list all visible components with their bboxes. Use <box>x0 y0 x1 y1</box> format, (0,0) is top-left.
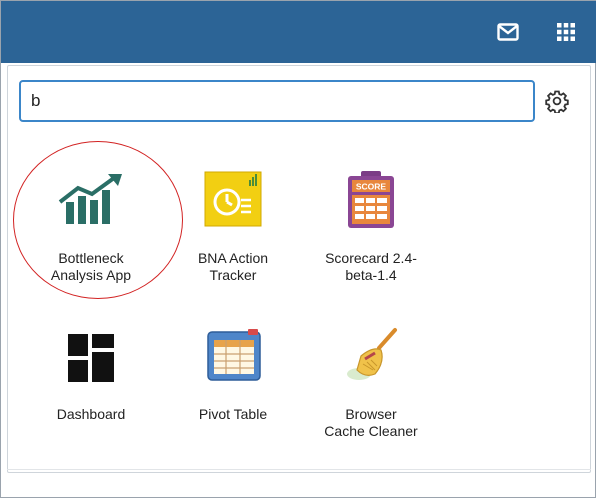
svg-text:SCORE: SCORE <box>356 182 387 192</box>
app-label-line1: Browser <box>345 406 397 422</box>
app-label-line1: Scorecard 2.4- <box>325 250 417 266</box>
search-input[interactable] <box>31 82 523 120</box>
app-grid-icon[interactable] <box>553 21 579 43</box>
app-label-line1: Pivot Table <box>198 406 268 422</box>
bna-action-tracker-icon <box>203 170 263 228</box>
gear-icon[interactable] <box>543 87 571 115</box>
app-label-line1: BNA Action <box>197 250 269 266</box>
app-tile-scorecard[interactable]: SCORE Scorecard 2.4- beta-1.4 <box>306 166 436 306</box>
app-tile-bna-action-tracker[interactable]: BNA Action Tracker <box>168 166 298 306</box>
app-tile-dashboard[interactable]: Dashboard <box>26 322 156 462</box>
app-tile-pivot-table[interactable]: Pivot Table <box>168 322 298 462</box>
dashboard-icon <box>66 332 116 384</box>
app-tile-browser-cache-cleaner[interactable]: Browser Cache Cleaner <box>306 322 436 462</box>
app-label-line2: beta-1.4 <box>345 267 397 283</box>
app-label-line2: Cache Cleaner <box>324 423 418 439</box>
pivot-table-icon <box>202 328 264 384</box>
panel-divider <box>7 469 591 470</box>
app-label-line2: Tracker <box>209 267 257 283</box>
broom-icon <box>339 326 403 386</box>
search-field[interactable] <box>19 80 535 122</box>
app-label-line1: Bottleneck <box>58 250 124 266</box>
app-label-line2: Analysis App <box>50 267 132 283</box>
header-bar <box>1 1 596 63</box>
scorecard-icon: SCORE <box>345 170 397 230</box>
app-label-line1: Dashboard <box>56 406 126 422</box>
trend-chart-icon <box>56 172 126 228</box>
mail-icon[interactable] <box>495 21 521 43</box>
app-tile-bottleneck-analysis[interactable]: Bottleneck Analysis App <box>26 166 156 306</box>
app-launcher-panel: Bottleneck Analysis App BNA Ac <box>7 65 591 473</box>
app-window: Bottleneck Analysis App BNA Ac <box>0 0 596 498</box>
